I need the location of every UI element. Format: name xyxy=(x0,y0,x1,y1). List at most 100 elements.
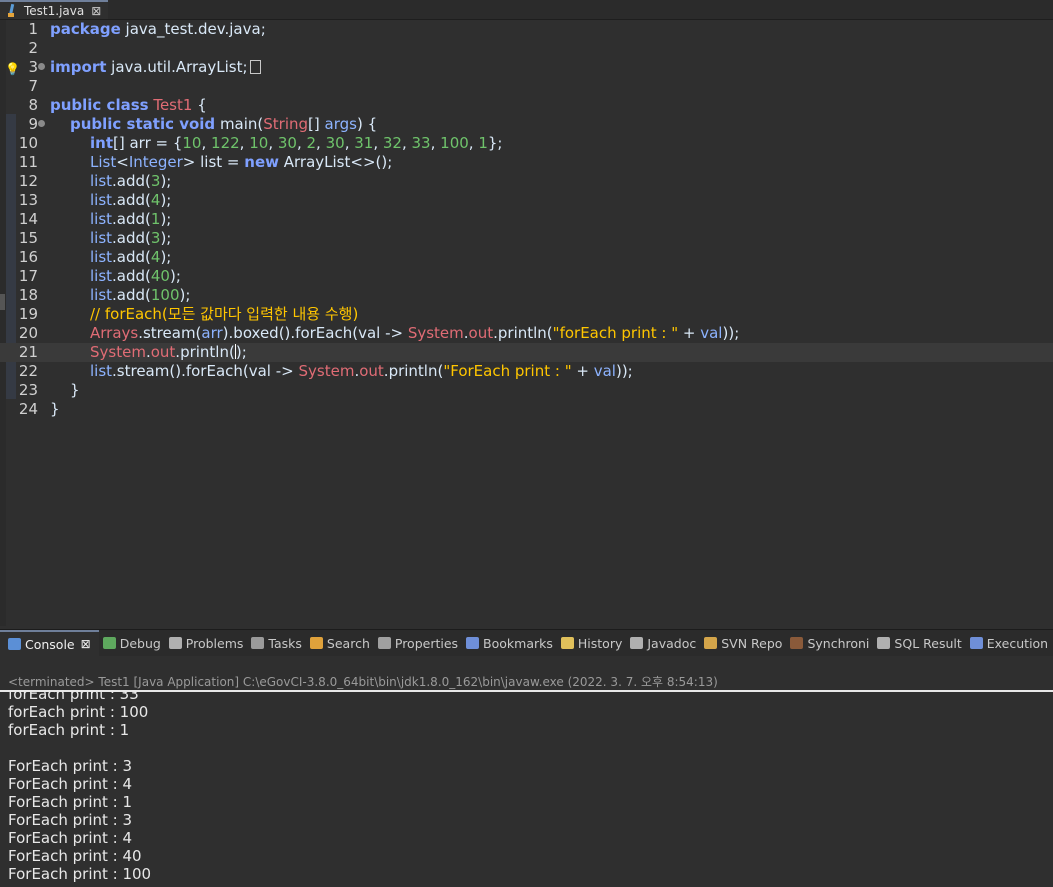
view-tab-label: History xyxy=(577,635,623,651)
code-token: + xyxy=(678,324,701,342)
folded-imports-icon[interactable] xyxy=(249,60,261,74)
fold-toggle-icon[interactable] xyxy=(38,63,45,70)
view-tab-console[interactable]: Console ⊠ xyxy=(0,630,99,656)
code-line[interactable]: 23} xyxy=(0,381,1053,400)
line-number: 12 xyxy=(18,172,38,190)
code-token: "ForEach print : " xyxy=(443,362,572,380)
properties-icon xyxy=(377,637,391,649)
view-tab-bookmarks[interactable]: Bookmarks xyxy=(462,630,557,656)
line-number: 14 xyxy=(18,210,38,228)
code-token: .stream( xyxy=(138,324,202,342)
view-tab-tasks[interactable]: Tasks xyxy=(247,630,306,656)
code-line[interactable]: 22 list.stream().forEach(val -> System.ou… xyxy=(0,362,1053,381)
code-token: .println( xyxy=(493,324,553,342)
code-token: ); xyxy=(160,172,172,190)
code-token: ArrayList<>(); xyxy=(278,153,393,171)
editor-tab-test1-java[interactable]: Test1.java ⊠ xyxy=(0,0,108,19)
view-tab-problems[interactable]: Problems xyxy=(165,630,248,656)
code-token: list xyxy=(90,229,113,247)
code-line[interactable]: 16 list.add(4); xyxy=(0,248,1053,267)
console-line: ForEach print : 100 xyxy=(8,865,152,883)
code-token: val xyxy=(700,324,723,342)
view-tab-properties[interactable]: Properties xyxy=(374,630,462,656)
code-text: list.add(4); xyxy=(90,191,171,210)
code-line[interactable]: 24} xyxy=(0,400,1053,419)
code-text: list.add(3); xyxy=(90,172,171,191)
code-line[interactable]: 3 💡 import java.util.ArrayList; xyxy=(0,58,1053,77)
bug-icon xyxy=(102,637,116,649)
code-line[interactable]: 14 list.add(1); xyxy=(0,210,1053,229)
view-tab-debug[interactable]: Debug xyxy=(99,630,165,656)
code-token: list xyxy=(90,267,113,285)
code-line[interactable]: 13 list.add(4); xyxy=(0,191,1053,210)
code-line[interactable]: 9 public static void main(String[] args) … xyxy=(0,115,1053,134)
code-token: } xyxy=(50,400,60,418)
line-number: 15 xyxy=(18,229,38,247)
search-icon xyxy=(309,637,323,649)
console-output[interactable]: forEach print : 33 forEach print : 100 for… xyxy=(0,692,1053,887)
line-number: 17 xyxy=(18,267,38,285)
code-line[interactable]: 11 List<Integer> list = new ArrayList<>()… xyxy=(0,153,1053,172)
code-token: , xyxy=(239,134,250,152)
close-icon[interactable]: ⊠ xyxy=(81,637,91,651)
code-line[interactable]: 10 int[] arr = {10, 122, 10, 30, 2, 30, 3… xyxy=(0,134,1053,153)
view-tab-sql-result[interactable]: SQL Result xyxy=(873,630,965,656)
code-editor[interactable]: 1 package java_test.dev.java; 2 3 💡 import ja… xyxy=(0,20,1053,626)
fold-toggle-icon[interactable] xyxy=(38,120,45,127)
execution-icon xyxy=(969,637,983,649)
code-token: ); xyxy=(169,267,181,285)
code-line[interactable]: 17 list.add(40); xyxy=(0,267,1053,286)
line-number: 23 xyxy=(18,381,38,399)
code-token: Integer xyxy=(128,153,183,171)
line-number: 22 xyxy=(18,362,38,380)
console-line: ForEach print : 3 xyxy=(8,757,133,775)
code-token: public static void xyxy=(70,115,216,133)
code-token: , xyxy=(373,134,383,152)
code-token: list xyxy=(90,191,113,209)
code-text: int[] arr = {10, 122, 10, 30, 2, 30, 31,… xyxy=(90,134,503,153)
code-text: System.out.println(); xyxy=(90,343,247,362)
code-token: { xyxy=(192,96,207,114)
code-token: , xyxy=(468,134,479,152)
java-file-icon xyxy=(8,4,18,17)
code-token: .add( xyxy=(112,267,151,285)
code-line[interactable]: 20 Arrays.stream(arr).boxed().forEach(val… xyxy=(0,324,1053,343)
view-tab-search[interactable]: Search xyxy=(306,630,374,656)
view-tab-execution[interactable]: Execution xyxy=(966,630,1052,656)
code-token: 4 xyxy=(150,248,161,266)
code-token: ).boxed().forEach(val -> xyxy=(222,324,408,342)
code-line[interactable]: 18 list.add(100); xyxy=(0,286,1053,305)
view-tab-label: Problems xyxy=(185,635,244,651)
code-line[interactable]: 8 public class Test1 { xyxy=(0,96,1053,115)
code-text: list.stream().forEach(val -> System.out.… xyxy=(90,362,633,381)
view-tab-history[interactable]: History xyxy=(557,630,626,656)
code-text: Arrays.stream(arr).boxed().forEach(val -… xyxy=(90,324,739,343)
code-line[interactable]: 21 System.out.println(); xyxy=(0,343,1053,362)
console-icon xyxy=(8,638,21,650)
code-token: , xyxy=(296,134,307,152)
code-line[interactable]: 15 list.add(3); xyxy=(0,229,1053,248)
code-token: list xyxy=(90,286,113,304)
code-token: 3 xyxy=(150,229,161,247)
code-line[interactable]: 2 xyxy=(0,39,1053,58)
code-token: List xyxy=(90,153,117,171)
code-line[interactable]: 1 package java_test.dev.java; xyxy=(0,20,1053,39)
code-token: } xyxy=(70,381,80,399)
history-icon xyxy=(560,637,574,649)
view-tab-synchroni[interactable]: Synchroni xyxy=(786,630,873,656)
code-token: 30 xyxy=(325,134,345,152)
code-token: , xyxy=(316,134,326,152)
code-token: out xyxy=(150,343,176,361)
code-token: Arrays xyxy=(90,324,139,342)
code-line[interactable]: 7 xyxy=(0,77,1053,96)
code-line[interactable]: 19 // forEach(모든 값마다 입력한 내용 수행) xyxy=(0,305,1053,324)
code-lines: 1 package java_test.dev.java; 2 3 💡 import ja… xyxy=(0,20,1053,419)
code-line[interactable]: 12 list.add(3); xyxy=(0,172,1053,191)
view-tab-javadoc[interactable]: Javadoc xyxy=(626,630,700,656)
close-icon[interactable]: ⊠ xyxy=(91,4,101,18)
view-tab-label: Console xyxy=(25,636,75,652)
code-text: // forEach(모든 값마다 입력한 내용 수행) xyxy=(90,305,358,324)
view-tab-svn-repo[interactable]: SVN Repo xyxy=(700,630,786,656)
line-number: 8 xyxy=(28,96,38,114)
